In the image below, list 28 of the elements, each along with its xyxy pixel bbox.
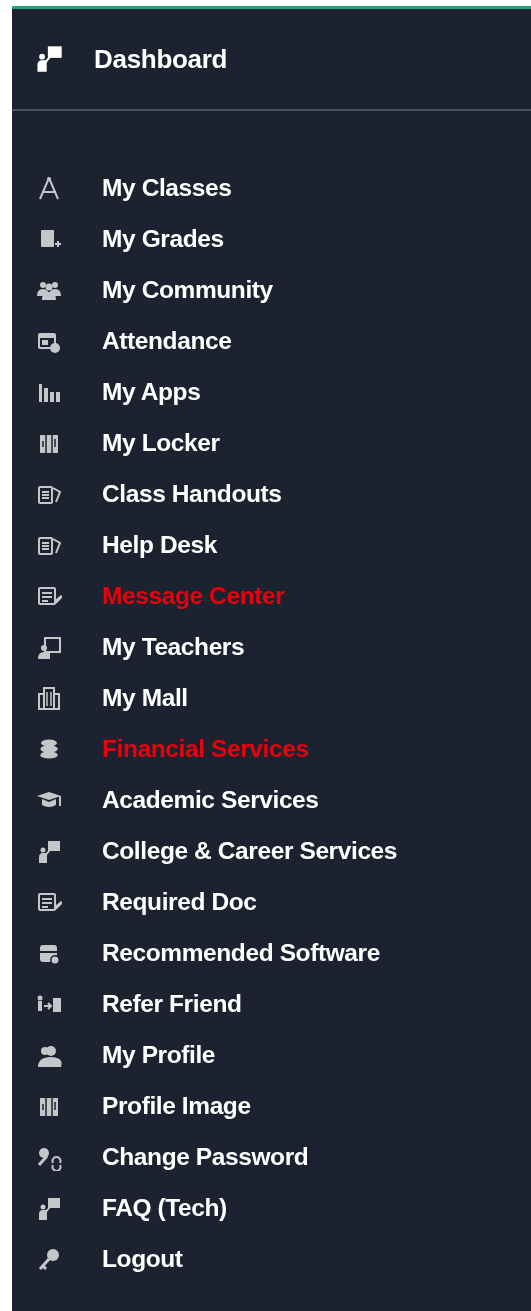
building-icon: [36, 685, 62, 712]
menu-link[interactable]: Logout: [102, 1241, 183, 1278]
menu-link[interactable]: Required Doc: [102, 884, 257, 921]
presenter-icon: [36, 1195, 62, 1222]
compass-icon: [36, 175, 62, 202]
menu-link[interactable]: Academic Services: [102, 782, 319, 819]
menu-link[interactable]: Change Password: [102, 1139, 309, 1176]
menu-link[interactable]: Recommended Software: [102, 935, 380, 972]
presenter-icon: [36, 838, 62, 865]
menu-link[interactable]: My Locker: [102, 425, 220, 462]
menu-link[interactable]: My Profile: [102, 1037, 216, 1074]
menu-link[interactable]: My Mall: [102, 680, 188, 717]
menu-link[interactable]: My Community: [102, 272, 273, 309]
menu-link[interactable]: Class Handouts: [102, 476, 282, 513]
menu-link[interactable]: My Grades: [102, 221, 224, 258]
menu-link[interactable]: My Teachers: [102, 629, 245, 666]
menu-link[interactable]: My Apps: [102, 374, 201, 411]
menu-link[interactable]: FAQ (Tech): [102, 1190, 227, 1227]
menu-link[interactable]: College & Career Services: [102, 833, 398, 870]
menu-link[interactable]: Help Desk: [102, 527, 217, 564]
dashboard-link[interactable]: Dashboard: [94, 39, 228, 79]
classroom-icon: [36, 634, 62, 661]
presenter-icon: [34, 44, 64, 74]
menu-link[interactable]: Profile Image: [102, 1088, 251, 1125]
menu-link[interactable]: Refer Friend: [102, 986, 242, 1023]
menu-link[interactable]: My Classes: [102, 170, 232, 207]
key-icon: [36, 1246, 62, 1273]
menu-link[interactable]: Attendance: [102, 323, 232, 360]
